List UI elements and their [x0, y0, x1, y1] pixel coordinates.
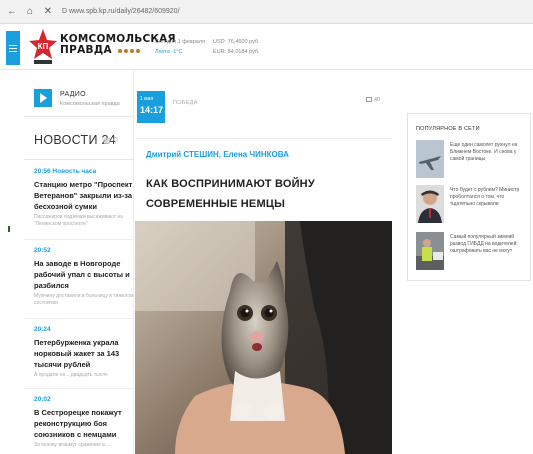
news-header: НОВОСТИ 24 ▩ ⚲: [24, 116, 134, 160]
weather-temp: Лахта -1°С: [155, 49, 183, 55]
news-subtitle: Мужчину доставили в больницу в тяжелом с…: [34, 293, 134, 306]
close-icon[interactable]: ✕: [42, 6, 54, 18]
article-day: 1 мая: [140, 96, 154, 102]
article-rubric[interactable]: ПОБЕДА: [173, 100, 198, 106]
comments-link[interactable]: 40: [366, 97, 380, 103]
address-bar[interactable]: D www.spb.kp.ru/daily/26482/609920/: [62, 8, 180, 15]
news-item[interactable]: 20:56 Новость часа Станцию метро "Проспе…: [34, 167, 134, 228]
usd-rate: USD: 76,4600 руб.: [213, 39, 260, 45]
popular-text[interactable]: Что будет с рублем? Министр проболтался …: [450, 187, 530, 208]
article-authors[interactable]: Дмитрий СТЕШИН, Елена ЧИНКОВА: [146, 150, 289, 159]
currency-rates: USD: 76,4600 руб. EUR: 84,0184 руб.: [213, 37, 260, 57]
medals-icon: [117, 48, 140, 53]
news-divider: [24, 318, 134, 319]
fighter-jet-icon: [416, 140, 444, 178]
news-item[interactable]: 20:24 Петербурженка украла норковый жаке…: [34, 325, 134, 379]
radio-widget[interactable]: РАДИО Комсомольская правда: [24, 78, 134, 107]
popular-text[interactable]: Самый популярный зимний развод ГИБДД на …: [450, 234, 530, 255]
back-icon[interactable]: ←: [6, 6, 18, 18]
site-header: КП КОМСОМОЛЬСКАЯ ПРАВДА Сегодня 1 феврал…: [0, 24, 533, 70]
side-marker: [8, 226, 10, 232]
logo-line2: ПРАВДА: [60, 44, 112, 56]
article-title: КАК ВОСПРИНИМАЮТ ВОЙНУ СОВРЕМЕННЫЕ НЕМЦЫ: [146, 178, 315, 210]
news-subtitle: А продали ее... двадцать тысяч: [34, 372, 108, 378]
weather-label: Сегодня 1 февраля: [155, 39, 206, 45]
weather-widget[interactable]: Сегодня 1 февраля Лахта -1°С: [155, 37, 205, 57]
news-time: 20:52: [34, 247, 51, 254]
radio-subtitle: Комсомольская правда: [60, 101, 120, 107]
browser-toolbar: ← ⌂ ✕ D www.spb.kp.ru/daily/26482/609920…: [0, 0, 533, 24]
traffic-police-icon: [416, 232, 444, 270]
left-column: РАДИО Комсомольская правда НОВОСТИ 24 ▩ …: [24, 70, 134, 454]
news-time: 20:02: [34, 396, 51, 403]
article-column: 1 мая 14:17 ПОБЕДА 40 Дмитрий СТЕШИН, Ел…: [135, 70, 392, 454]
article-date-badge: 1 мая 14:17: [137, 91, 165, 123]
popular-widget: ПОПУЛЯРНОЕ В СЕТИ Еще один самолет рухну…: [407, 113, 531, 281]
popular-item[interactable]: Еще один самолет рухнул на Ближнем Восто…: [416, 140, 528, 178]
comments-count: 40: [374, 97, 381, 103]
news-headline[interactable]: На заводе в Новгороде рабочий упал с выс…: [34, 258, 134, 291]
menu-button[interactable]: [6, 31, 20, 65]
popular-text[interactable]: Еще один самолет рухнул на Ближнем Восто…: [450, 142, 530, 163]
home-icon[interactable]: ⌂: [24, 6, 36, 18]
news-filter-icons[interactable]: ▩ ⚲: [103, 136, 119, 145]
news-divider: [24, 239, 134, 240]
news-item[interactable]: 20:52 На заводе в Новгороде рабочий упал…: [34, 246, 134, 307]
news-subtitle: За основу возьмут сражение в ...: [34, 442, 111, 448]
news-headline[interactable]: В Сестрорецке покажут реконструкцию боя …: [34, 407, 134, 440]
news-divider: [24, 388, 134, 389]
svg-text:КП: КП: [38, 42, 49, 51]
news-headline[interactable]: Станцию метро "Проспект Ветеранов" закры…: [34, 179, 134, 212]
eur-rate: EUR: 84,0184 руб.: [213, 49, 260, 55]
news-time: 20:56 Новость часа: [34, 168, 97, 175]
minister-photo-icon: [416, 185, 444, 223]
popular-item[interactable]: Что будет с рублем? Министр проболтался …: [416, 185, 528, 223]
kp-logo-icon[interactable]: КП: [28, 28, 58, 66]
comment-icon: [366, 97, 372, 103]
play-icon[interactable]: [34, 89, 52, 107]
popular-title: ПОПУЛЯРНОЕ В СЕТИ: [416, 126, 480, 132]
news-item[interactable]: 20:02 В Сестрорецке покажут реконструкци…: [34, 395, 134, 449]
news-headline[interactable]: Петербурженка украла норковый жакет за 1…: [34, 337, 134, 370]
news-subtitle: Пассажиров подземки высаживают на "Ленин…: [34, 214, 123, 227]
divider: [135, 138, 392, 139]
radio-title: РАДИО: [60, 91, 86, 98]
article-time: 14:17: [140, 105, 164, 115]
article-photo-kitten: [135, 221, 392, 454]
popular-item[interactable]: Самый популярный зимний развод ГИБДД на …: [416, 232, 528, 270]
news-time: 20:24: [34, 326, 51, 333]
